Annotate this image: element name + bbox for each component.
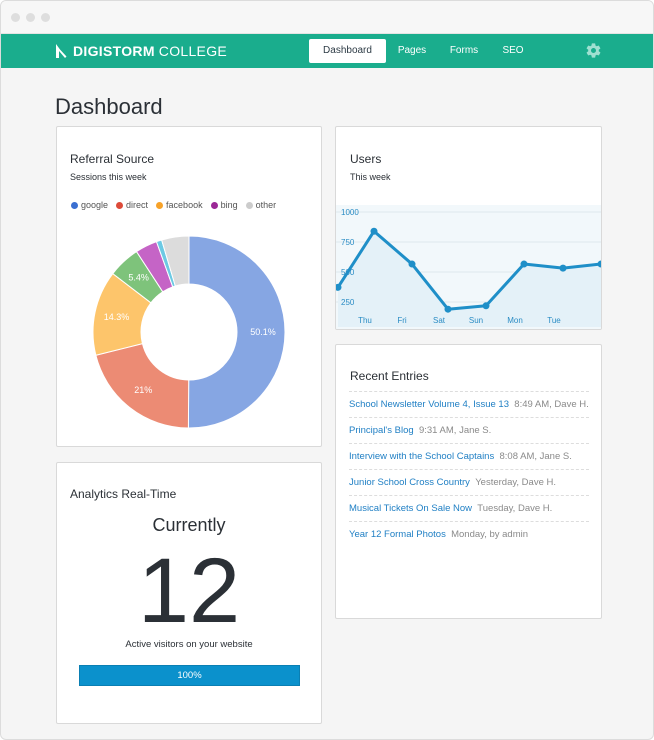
entry-meta: 8:08 AM, Jane S. — [499, 451, 572, 462]
recent-entries-card: Recent Entries School Newsletter Volume … — [335, 344, 602, 619]
brand-name: DIGISTORM — [73, 43, 155, 59]
window-close-dot[interactable] — [11, 13, 20, 22]
nav-pages[interactable]: Pages — [390, 39, 434, 63]
list-item: School Newsletter Volume 4, Issue 13 8:4… — [349, 391, 589, 417]
entry-meta: 9:31 AM, Jane S. — [418, 425, 492, 436]
entry-meta: Tuesday, Dave H. — [477, 503, 553, 514]
list-item: Musical Tickets On Sale Now Tuesday, Dav… — [349, 495, 589, 521]
pie-slice-label: 50.1% — [250, 327, 276, 337]
y-tick-label: 250 — [341, 298, 355, 307]
entry-link[interactable]: Interview with the School Captains — [349, 451, 494, 462]
referral-donut-chart[interactable]: 50.1% 21% 14.3% 5.4% — [57, 127, 321, 446]
entry-meta: Monday, by admin — [451, 529, 529, 540]
list-item: Year 12 Formal Photos Monday, by admin — [349, 521, 589, 547]
entry-meta: 8:49 AM, Dave H. — [514, 399, 589, 410]
referral-source-card: Referral Source Sessions this week googl… — [56, 126, 322, 447]
recent-entries-title: Recent Entries — [350, 369, 429, 383]
list-item: Interview with the School Captains 8:08 … — [349, 443, 589, 469]
list-item: Junior School Cross Country Yesterday, D… — [349, 469, 589, 495]
x-tick-label: Thu — [358, 316, 372, 325]
entry-link[interactable]: Junior School Cross Country — [349, 477, 470, 488]
analytics-realtime-card: Analytics Real-Time Currently 12 Active … — [56, 462, 322, 724]
x-tick-label: Mon — [507, 316, 523, 325]
entry-link[interactable]: Musical Tickets On Sale Now — [349, 503, 472, 514]
realtime-progress-bar: 100% — [79, 665, 300, 686]
recent-entries-list: School Newsletter Volume 4, Issue 13 8:4… — [349, 391, 589, 547]
realtime-title: Analytics Real-Time — [70, 487, 177, 501]
entry-meta: Yesterday, Dave H. — [475, 477, 556, 488]
realtime-currently-label: Currently — [152, 515, 226, 535]
y-tick-label: 500 — [341, 268, 355, 277]
data-point[interactable] — [370, 227, 378, 235]
data-point[interactable] — [520, 260, 528, 268]
x-tick-label: Fri — [397, 316, 407, 325]
y-tick-label: 750 — [341, 238, 355, 247]
brand-logo[interactable]: DIGISTORM COLLEGE — [55, 42, 227, 60]
x-tick-label: Tue — [547, 316, 561, 325]
pie-slice-label: 14.3% — [104, 312, 130, 322]
progress-label: 100% — [177, 670, 202, 681]
page-title: Dashboard — [55, 94, 163, 119]
pie-slice-label: 5.4% — [128, 273, 149, 283]
nav-forms[interactable]: Forms — [442, 39, 486, 63]
users-card: Users This week 1000 750 500 250 Thu Fri Sat Su… — [335, 126, 602, 330]
nav-dashboard[interactable]: Dashboard — [309, 39, 386, 63]
data-point[interactable] — [559, 264, 567, 272]
x-tick-label: Sat — [433, 316, 446, 325]
realtime-caption: Active visitors on your website — [125, 639, 253, 650]
list-item: Principal's Blog 9:31 AM, Jane S. — [349, 417, 589, 443]
entry-link[interactable]: Year 12 Formal Photos — [349, 529, 446, 540]
top-navbar: DIGISTORM COLLEGE Dashboard Pages Forms … — [1, 34, 653, 68]
brand-mark-icon — [56, 44, 67, 58]
users-line-chart[interactable]: 1000 750 500 250Thu Fri Sat Sun Mon Tue — [336, 127, 601, 329]
window-minimize-dot[interactable] — [26, 13, 35, 22]
data-point[interactable] — [482, 302, 490, 310]
window-maximize-dot[interactable] — [41, 13, 50, 22]
pie-slice-label: 21% — [134, 385, 152, 395]
data-point[interactable] — [408, 260, 416, 268]
brand-suffix: COLLEGE — [158, 43, 228, 59]
realtime-visitor-count: 12 — [137, 540, 241, 642]
entry-link[interactable]: School Newsletter Volume 4, Issue 13 — [349, 399, 509, 410]
window-chrome — [1, 1, 653, 34]
browser-window: DIGISTORM COLLEGE Dashboard Pages Forms … — [0, 0, 654, 740]
x-tick-label: Sun — [469, 316, 483, 325]
entry-link[interactable]: Principal's Blog — [349, 425, 414, 436]
nav-seo[interactable]: SEO — [495, 39, 531, 63]
data-point[interactable] — [444, 305, 452, 313]
gear-icon[interactable] — [585, 42, 602, 59]
y-tick-label: 1000 — [341, 208, 359, 217]
